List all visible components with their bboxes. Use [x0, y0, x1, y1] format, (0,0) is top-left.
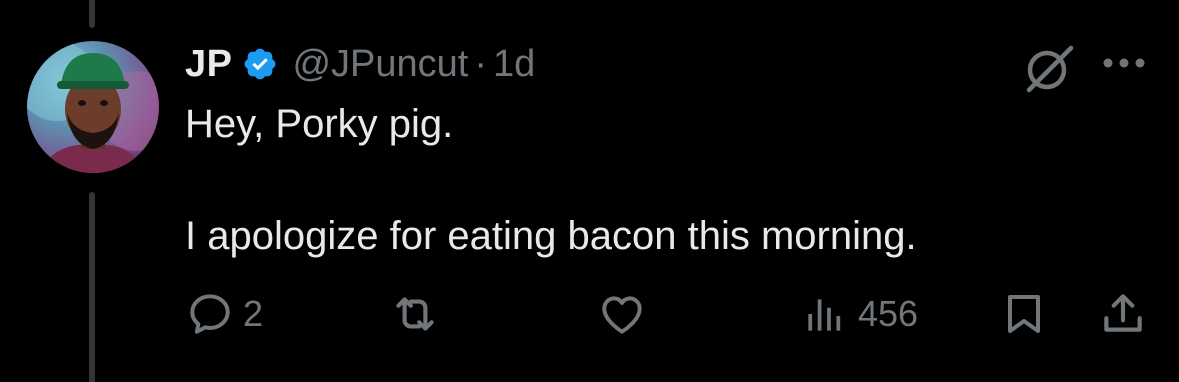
display-name[interactable]: JP [185, 43, 232, 86]
user-handle[interactable]: @JPuncut [292, 43, 468, 86]
avatar[interactable] [27, 41, 159, 173]
thread-line-top [89, 0, 95, 28]
tweet-actions: 2 456 [0, 286, 1179, 342]
share-icon [1098, 289, 1148, 339]
tweet-header: JP @JPuncut · 1d [185, 36, 535, 92]
more-icon[interactable] [1102, 56, 1150, 68]
verified-badge-icon [242, 46, 278, 82]
share-button[interactable] [1098, 286, 1148, 342]
separator-dot: · [474, 42, 488, 85]
reply-count: 2 [243, 293, 264, 334]
bookmark-icon [1000, 289, 1048, 339]
tweet-text-line-2: I apologize for eating bacon this mornin… [185, 214, 917, 258]
timestamp[interactable]: 1d [493, 43, 535, 86]
reply-icon [185, 289, 235, 339]
like-button[interactable] [596, 286, 656, 342]
views-count: 456 [858, 293, 919, 334]
views-button[interactable]: 456 [800, 286, 918, 342]
heart-icon [596, 289, 648, 339]
retweet-button[interactable] [388, 286, 450, 342]
tweet-text: Hey, Porky pig. I apologize for eating b… [185, 96, 1125, 264]
reply-button[interactable]: 2 [185, 286, 263, 342]
retweet-icon [388, 289, 442, 339]
views-chart-icon [800, 289, 850, 339]
tweet-text-line-1: Hey, Porky pig. [185, 102, 454, 146]
bookmark-button[interactable] [1000, 286, 1048, 342]
grok-icon[interactable] [1021, 40, 1077, 96]
